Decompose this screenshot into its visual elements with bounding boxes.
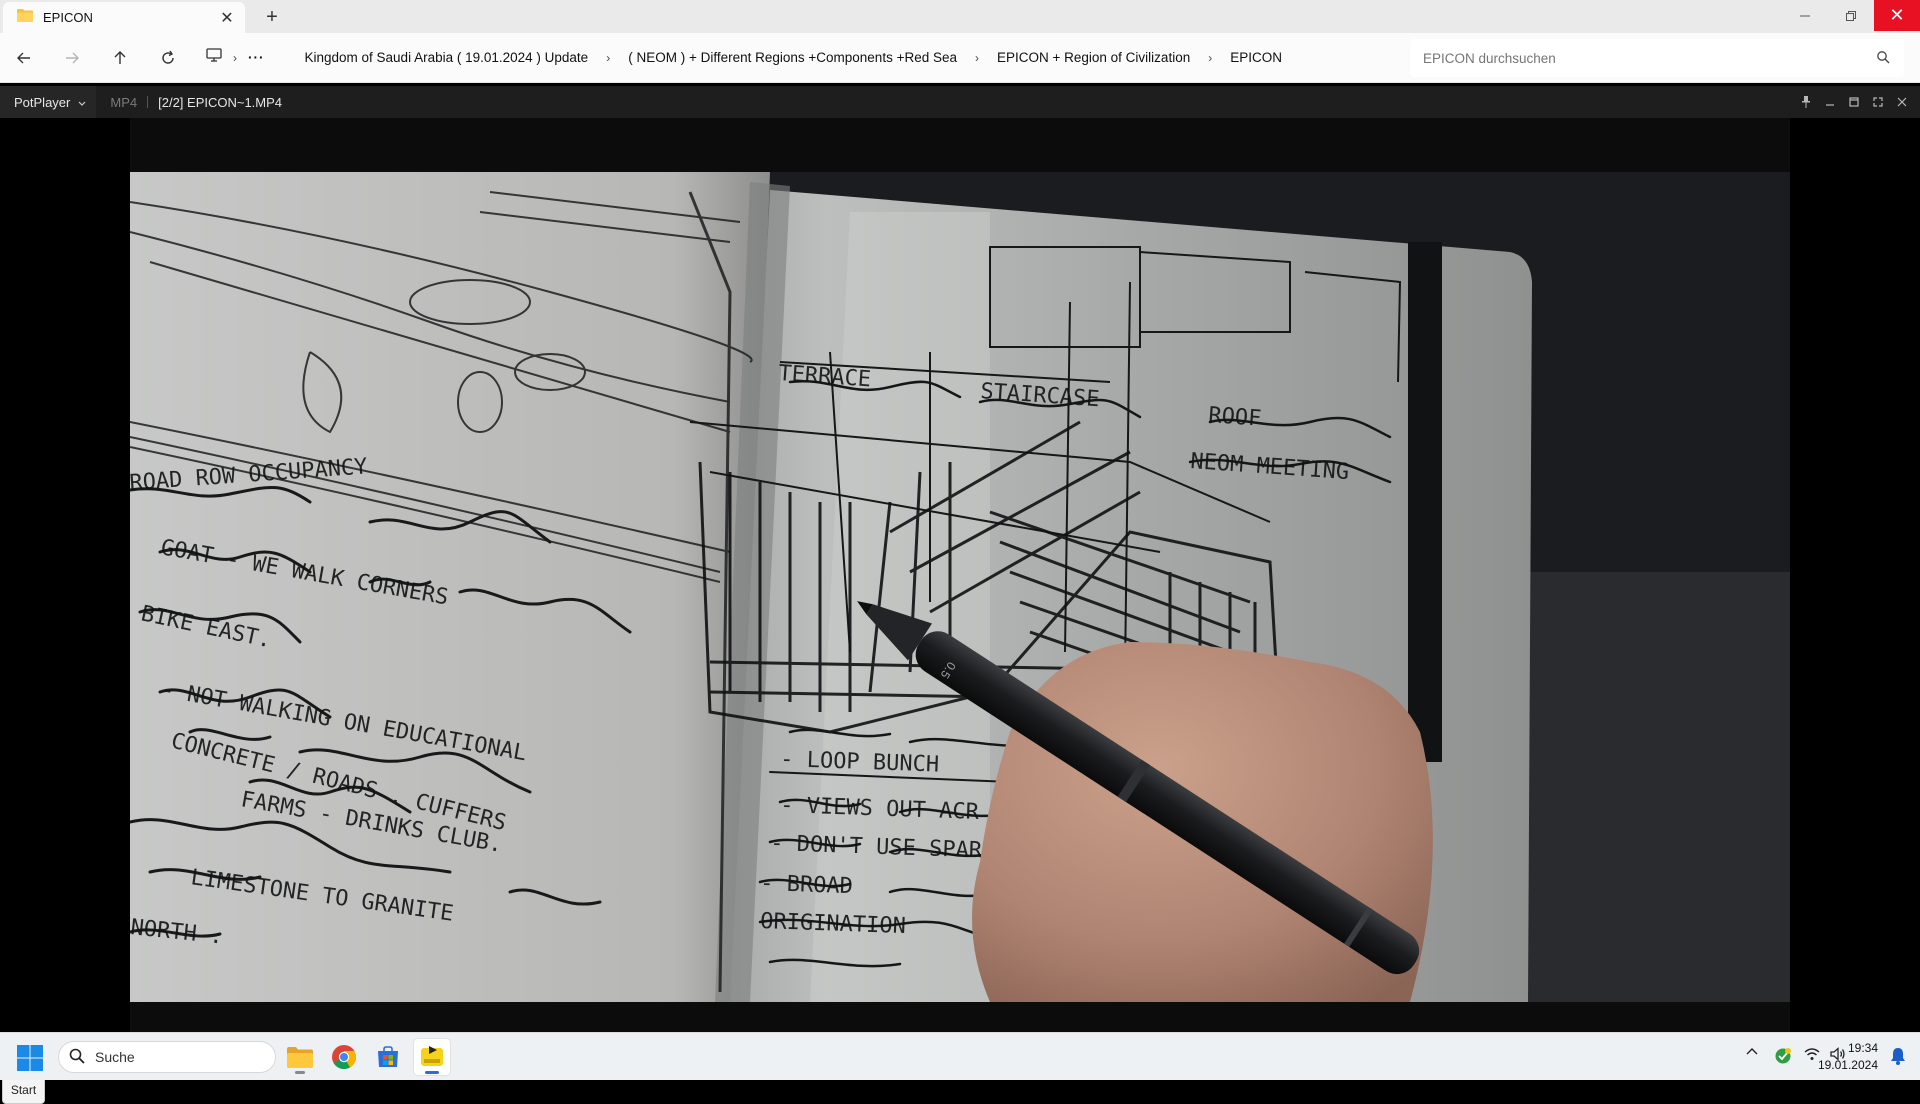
clock-time: 19:34 xyxy=(1847,1041,1878,1055)
folder-icon xyxy=(17,8,33,27)
search-icon[interactable] xyxy=(1876,50,1890,69)
back-arrow-icon[interactable] xyxy=(0,38,48,78)
chevron-right-icon[interactable]: › xyxy=(588,51,628,65)
chevron-right-icon[interactable]: › xyxy=(222,51,248,65)
refresh-icon[interactable] xyxy=(144,38,192,78)
breadcrumb-item[interactable]: Kingdom of Saudi Arabia ( 19.01.2024 ) U… xyxy=(305,50,589,65)
running-indicator xyxy=(425,1071,439,1074)
chevron-right-icon[interactable]: › xyxy=(957,51,997,65)
chevron-up-icon[interactable] xyxy=(1746,1047,1758,1055)
more-crumbs-icon[interactable]: ··· xyxy=(248,50,265,65)
forward-arrow-icon[interactable] xyxy=(48,38,96,78)
explorer-addressbar: › ··· Kingdom of Saudi Arabia ( 19.01.20… xyxy=(0,33,1920,83)
explorer-tab[interactable]: EPICON ✕ xyxy=(3,2,245,33)
restore-icon[interactable] xyxy=(1828,0,1874,31)
clock-date: 19.01.2024 xyxy=(1817,1058,1878,1072)
pin-icon[interactable] xyxy=(1794,86,1818,118)
start-button[interactable]: Start xyxy=(2,1076,45,1104)
tab-title: EPICON xyxy=(43,10,93,25)
potplayer-taskbar-icon[interactable] xyxy=(414,1039,450,1075)
file-title: [2/2] EPICON~1.MP4 xyxy=(158,94,283,110)
windows-start-icon[interactable] xyxy=(16,1044,44,1072)
chevron-down-icon xyxy=(78,95,86,110)
player-window-controls xyxy=(1794,86,1914,118)
minimize-icon[interactable] xyxy=(1818,86,1842,118)
maximize-icon[interactable] xyxy=(1842,86,1866,118)
player-titlebar: PotPlayer MP4 [2/2] EPICON~1.MP4 xyxy=(0,86,1920,118)
running-indicator xyxy=(295,1071,305,1074)
divider xyxy=(147,96,149,108)
format-label: MP4 xyxy=(110,94,138,110)
breadcrumb-item[interactable]: ( NEOM ) + Different Regions +Components… xyxy=(628,50,957,65)
security-shield-icon[interactable] xyxy=(1774,1047,1792,1065)
taskbar-search-label: Suche xyxy=(95,1049,135,1065)
new-tab-icon[interactable]: + xyxy=(257,2,287,32)
fullscreen-icon[interactable] xyxy=(1866,86,1890,118)
system-clock[interactable]: 19:34 19.01.2024 xyxy=(1808,1040,1878,1074)
explorer-search-box[interactable] xyxy=(1410,39,1904,77)
breadcrumb-item[interactable]: EPICON + Region of Civilization xyxy=(997,50,1190,65)
notification-bell-icon[interactable] xyxy=(1890,1047,1906,1065)
minimize-icon[interactable] xyxy=(1782,0,1828,31)
app-menu-label: PotPlayer xyxy=(14,94,71,110)
breadcrumb: › ··· Kingdom of Saudi Arabia ( 19.01.20… xyxy=(206,40,1368,76)
close-icon[interactable] xyxy=(1890,86,1914,118)
tab-close-icon[interactable]: ✕ xyxy=(217,8,237,28)
microsoft-store-icon[interactable] xyxy=(370,1039,406,1075)
chrome-icon[interactable] xyxy=(326,1039,362,1075)
video-frame[interactable]: ROAD ROW OCCUPANCY GOAT - WE WALK CORNERS… xyxy=(130,172,1790,1002)
search-icon xyxy=(69,1048,85,1067)
handwritten-note: - BROAD xyxy=(760,871,854,899)
file-explorer-icon[interactable] xyxy=(282,1039,318,1075)
handwritten-note: ORIGINATION xyxy=(760,909,906,939)
sketchbook-video-image: ROAD ROW OCCUPANCYGOAT - WE WALK CORNERS… xyxy=(130,172,1790,1002)
chevron-right-icon[interactable]: › xyxy=(1190,51,1230,65)
window-controls: ✕ xyxy=(1782,0,1920,31)
close-window-icon[interactable]: ✕ xyxy=(1874,0,1920,31)
explorer-search-input[interactable] xyxy=(1421,49,1841,67)
up-arrow-icon[interactable] xyxy=(96,38,144,78)
explorer-tabstrip: EPICON ✕ + ✕ xyxy=(0,0,1920,33)
breadcrumb-item-current[interactable]: EPICON xyxy=(1230,50,1282,65)
handwritten-note: ROOF xyxy=(1208,403,1263,432)
this-pc-icon[interactable] xyxy=(206,48,222,67)
potplayer-menu-button[interactable]: PotPlayer xyxy=(0,86,97,118)
video-area[interactable]: ROAD ROW OCCUPANCY GOAT - WE WALK CORNERS… xyxy=(130,118,1790,1032)
potplayer-window: PotPlayer MP4 [2/2] EPICON~1.MP4 ROAD RO… xyxy=(0,86,1920,1104)
taskbar-search[interactable]: Suche xyxy=(58,1041,276,1073)
taskbar: Suche 19:34 19.01.2024 xyxy=(0,1032,1920,1080)
